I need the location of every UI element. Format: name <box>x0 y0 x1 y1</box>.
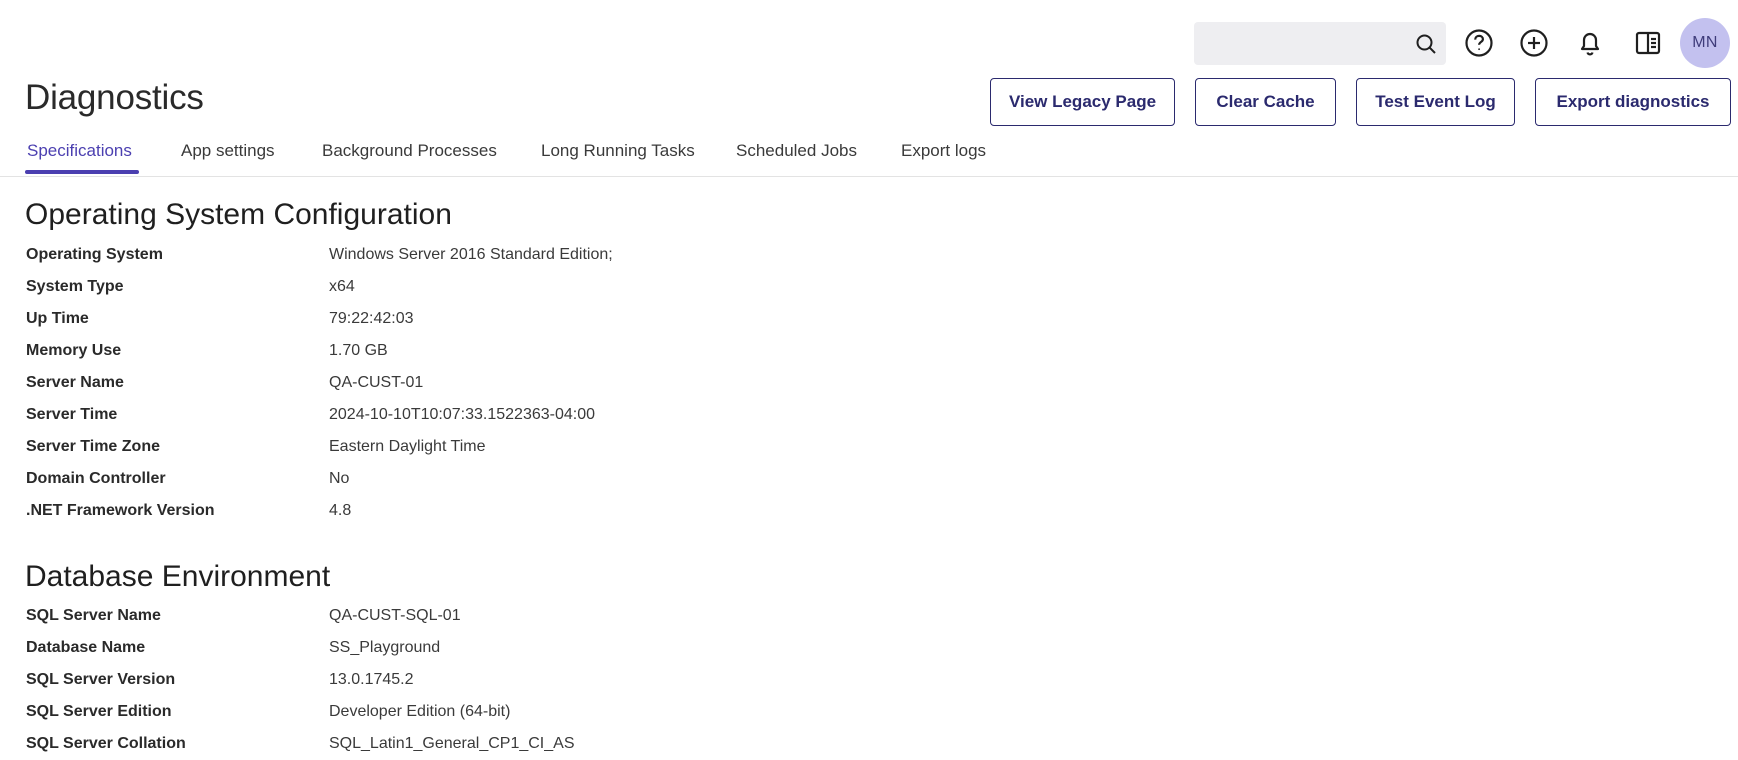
spec-row: Operating System Windows Server 2016 Sta… <box>26 246 926 270</box>
spec-label: .NET Framework Version <box>26 502 215 519</box>
spec-label: Operating System <box>26 246 163 263</box>
search-input[interactable] <box>1194 21 1446 65</box>
bell-icon[interactable] <box>1573 26 1607 60</box>
os-section-title: Operating System Configuration <box>25 198 452 231</box>
top-bar <box>1194 21 1446 65</box>
spec-label: Domain Controller <box>26 470 166 487</box>
spec-value: Windows Server 2016 Standard Edition; <box>329 246 613 263</box>
spec-label: SQL Server Version <box>26 671 176 688</box>
spec-row: SQL Server Version 13.0.1745.2 <box>26 671 926 695</box>
spec-label: Server Time <box>26 406 118 423</box>
spec-row: Server Time 2024-10-10T10:07:33.1522363-… <box>26 406 926 430</box>
test-event-log-button[interactable]: Test Event Log <box>1356 78 1515 126</box>
clear-cache-button[interactable]: Clear Cache <box>1195 78 1336 126</box>
spec-value: 2024-10-10T10:07:33.1522363-04:00 <box>329 406 595 423</box>
spec-value: 13.0.1745.2 <box>329 671 414 688</box>
spec-value: 4.8 <box>329 502 352 519</box>
export-diagnostics-button[interactable]: Export diagnostics <box>1535 78 1731 126</box>
spec-value: Developer Edition (64-bit) <box>329 703 511 720</box>
spec-row: Memory Use 1.70 GB <box>26 342 926 366</box>
help-icon[interactable] <box>1462 26 1496 60</box>
tab-bar: Specifications App settings Background P… <box>0 130 1738 177</box>
page-title: Diagnostics <box>25 78 204 117</box>
spec-row: SQL Server Collation SQL_Latin1_General_… <box>26 735 926 759</box>
spec-label: Up Time <box>26 310 89 327</box>
spec-value: SQL_Latin1_General_CP1_CI_AS <box>329 735 575 752</box>
tab-specifications[interactable]: Specifications <box>27 141 132 173</box>
spec-label: Memory Use <box>26 342 122 359</box>
spec-value: 79:22:42:03 <box>329 310 414 327</box>
spec-row: .NET Framework Version 4.8 <box>26 502 926 526</box>
add-circle-icon[interactable] <box>1517 26 1551 60</box>
view-legacy-page-button[interactable]: View Legacy Page <box>990 78 1175 126</box>
spec-label: SQL Server Name <box>26 607 161 624</box>
spec-label: System Type <box>26 278 124 295</box>
spec-row: SQL Server Edition Developer Edition (64… <box>26 703 926 727</box>
spec-row: Server Time Zone Eastern Daylight Time <box>26 438 926 462</box>
tab-export-logs[interactable]: Export logs <box>901 141 986 173</box>
spec-row: Domain Controller No <box>26 470 926 494</box>
spec-row: Database Name SS_Playground <box>26 639 926 663</box>
spec-row: Server Name QA-CUST-01 <box>26 374 926 398</box>
spec-value: Eastern Daylight Time <box>329 438 486 455</box>
active-tab-indicator <box>25 170 139 174</box>
spec-value: x64 <box>329 278 355 295</box>
spec-label: Server Name <box>26 374 124 391</box>
avatar[interactable]: MN <box>1680 18 1730 68</box>
spec-label: SQL Server Edition <box>26 703 172 720</box>
spec-label: SQL Server Collation <box>26 735 186 752</box>
tab-scheduled-jobs[interactable]: Scheduled Jobs <box>736 141 857 173</box>
spec-value: 1.70 GB <box>329 342 388 359</box>
spec-value: QA-CUST-01 <box>329 374 424 391</box>
tab-long-running-tasks[interactable]: Long Running Tasks <box>541 141 695 173</box>
tab-app-settings[interactable]: App settings <box>181 141 275 173</box>
db-section-title: Database Environment <box>25 560 331 593</box>
tab-background-processes[interactable]: Background Processes <box>322 141 497 173</box>
spec-value: QA-CUST-SQL-01 <box>329 607 461 624</box>
spec-label: Database Name <box>26 639 146 656</box>
spec-row: Up Time 79:22:42:03 <box>26 310 926 334</box>
search-icon[interactable] <box>1414 32 1438 56</box>
spec-label: Server Time Zone <box>26 438 160 455</box>
spec-row: SQL Server Name QA-CUST-SQL-01 <box>26 607 926 631</box>
spec-value: SS_Playground <box>329 639 441 656</box>
search-box[interactable] <box>1194 21 1446 65</box>
panel-icon[interactable] <box>1631 26 1665 60</box>
spec-value: No <box>329 470 350 487</box>
spec-row: System Type x64 <box>26 278 926 302</box>
